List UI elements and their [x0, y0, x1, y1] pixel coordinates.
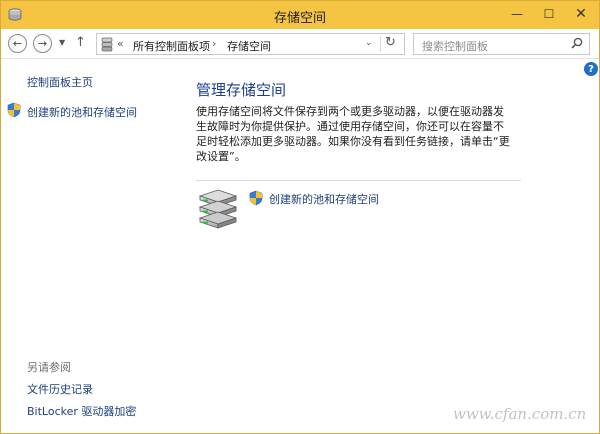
file-history-link[interactable]: 文件历史记录: [27, 381, 93, 397]
sidebar-create-pool-link[interactable]: 创建新的池和存储空间: [27, 104, 137, 120]
maximize-button[interactable]: ☐: [539, 5, 559, 23]
bitlocker-link[interactable]: BitLocker 驱动器加密: [27, 403, 136, 419]
breadcrumb-all-control-panel-items[interactable]: 所有控制面板项: [133, 38, 210, 54]
content-area: ? 控制面板主页 创建新的池和存储空间 另请参阅 文件历史记录 BitLocke…: [1, 60, 599, 433]
address-root-separator[interactable]: «: [117, 37, 124, 50]
recent-locations-dropdown[interactable]: ▼: [59, 38, 65, 47]
forward-button[interactable]: →: [33, 34, 52, 53]
section-divider: [196, 180, 521, 181]
address-divider: [380, 36, 381, 52]
title-bar[interactable]: 存储空间 — ☐ ✕: [1, 1, 599, 29]
control-panel-home-link[interactable]: 控制面板主页: [27, 74, 93, 90]
up-button[interactable]: ↑: [75, 35, 86, 50]
close-button[interactable]: ✕: [571, 5, 591, 23]
address-dropdown-icon[interactable]: ⌄: [365, 38, 373, 48]
site-watermark: www.cfan.com.cn: [453, 401, 595, 427]
storage-spaces-icon: [101, 37, 113, 52]
search-box[interactable]: 搜索控制面板: [413, 33, 590, 55]
refresh-button[interactable]: ↻: [385, 35, 396, 50]
search-input[interactable]: 搜索控制面板: [422, 38, 488, 54]
uac-shield-icon: [7, 102, 21, 118]
breadcrumb-storage-spaces[interactable]: 存储空间: [227, 38, 271, 54]
help-icon[interactable]: ?: [584, 62, 598, 76]
breadcrumb-separator[interactable]: ›: [212, 37, 216, 50]
create-pool-link[interactable]: 创建新的池和存储空间: [269, 191, 379, 207]
page-title: 管理存储空间: [196, 81, 287, 99]
drive-stack-icon: [198, 189, 238, 229]
see-also-heading: 另请参阅: [27, 361, 71, 374]
address-bar[interactable]: « 所有控制面板项 › 存储空间 ⌄ ↻: [96, 33, 405, 55]
search-icon[interactable]: [570, 36, 584, 50]
storage-spaces-window: 存储空间 — ☐ ✕ ← → ▼ ↑ « 所有控制面板项 › 存储空间 ⌄ ↻ …: [0, 0, 600, 434]
uac-shield-icon: [249, 190, 263, 206]
minimize-button[interactable]: —: [507, 5, 527, 23]
navigation-bar: ← → ▼ ↑ « 所有控制面板项 › 存储空间 ⌄ ↻ 搜索控制面板: [1, 29, 599, 59]
page-description: 使用存储空间将文件保存到两个或更多驱动器，以便在驱动器发生故障时为你提供保护。通…: [196, 105, 510, 163]
back-button[interactable]: ←: [8, 34, 27, 53]
watermark-text: www.cfan.com.cn: [453, 405, 587, 423]
